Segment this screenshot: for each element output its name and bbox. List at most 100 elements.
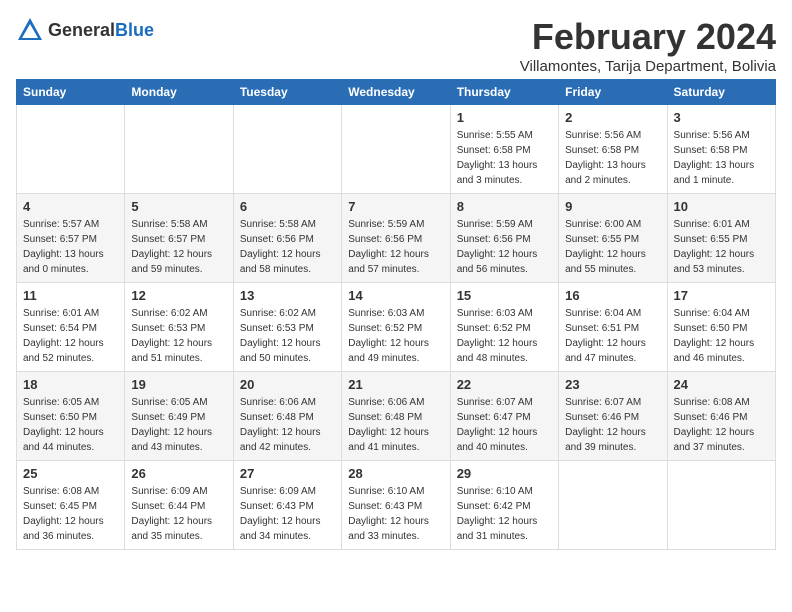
calendar-cell: 3Sunrise: 5:56 AM Sunset: 6:58 PM Daylig… bbox=[667, 105, 775, 194]
day-number: 7 bbox=[348, 199, 443, 214]
calendar-cell: 10Sunrise: 6:01 AM Sunset: 6:55 PM Dayli… bbox=[667, 194, 775, 283]
calendar-cell: 22 Sunrise: 6:07 AM Sunset: 6:47 PM Dayli… bbox=[450, 372, 558, 461]
day-number: 2 bbox=[565, 110, 660, 125]
day-info: Sunrise: 6:09 AM Sunset: 6:43 PM Dayligh… bbox=[240, 484, 335, 544]
column-header-saturday: Saturday bbox=[667, 80, 775, 105]
day-number: 5 bbox=[131, 199, 226, 214]
day-info: Sunrise: 6:03 AM Sunset: 6:52 PM Dayligh… bbox=[348, 306, 443, 366]
day-number: 24 bbox=[674, 377, 769, 392]
day-info: Sunrise: 6:03 AM Sunset: 6:52 PM Dayligh… bbox=[457, 306, 552, 366]
calendar-cell bbox=[559, 461, 667, 550]
day-number: 16 bbox=[565, 288, 660, 303]
column-header-thursday: Thursday bbox=[450, 80, 558, 105]
calendar-cell: 2 Sunrise: 5:56 AM Sunset: 6:58 PM Daylig… bbox=[559, 105, 667, 194]
day-number: 4 bbox=[23, 199, 118, 214]
calendar-week-row: 1 Sunrise: 5:55 AM Sunset: 6:58 PM Daylig… bbox=[17, 105, 776, 194]
calendar-cell: 21Sunrise: 6:06 AM Sunset: 6:48 PM Dayli… bbox=[342, 372, 450, 461]
day-number: 13 bbox=[240, 288, 335, 303]
day-number: 12 bbox=[131, 288, 226, 303]
calendar-cell bbox=[125, 105, 233, 194]
day-info: Sunrise: 5:58 AM Sunset: 6:56 PM Dayligh… bbox=[240, 217, 335, 277]
day-info: Sunrise: 5:59 AM Sunset: 6:56 PM Dayligh… bbox=[348, 217, 443, 277]
calendar-cell: 17 Sunrise: 6:04 AM Sunset: 6:50 PM Dayli… bbox=[667, 283, 775, 372]
calendar-cell: 14 Sunrise: 6:03 AM Sunset: 6:52 PM Dayli… bbox=[342, 283, 450, 372]
day-info: Sunrise: 5:56 AM Sunset: 6:58 PM Dayligh… bbox=[565, 128, 660, 188]
day-number: 15 bbox=[457, 288, 552, 303]
day-info: Sunrise: 5:55 AM Sunset: 6:58 PM Dayligh… bbox=[457, 128, 552, 188]
day-info: Sunrise: 6:04 AM Sunset: 6:50 PM Dayligh… bbox=[674, 306, 769, 366]
day-number: 14 bbox=[348, 288, 443, 303]
day-info: Sunrise: 6:10 AM Sunset: 6:42 PM Dayligh… bbox=[457, 484, 552, 544]
day-info: Sunrise: 6:06 AM Sunset: 6:48 PM Dayligh… bbox=[240, 395, 335, 455]
calendar-cell: 23 Sunrise: 6:07 AM Sunset: 6:46 PM Dayli… bbox=[559, 372, 667, 461]
day-info: Sunrise: 6:05 AM Sunset: 6:49 PM Dayligh… bbox=[131, 395, 226, 455]
day-number: 9 bbox=[565, 199, 660, 214]
calendar-cell: 24 Sunrise: 6:08 AM Sunset: 6:46 PM Dayli… bbox=[667, 372, 775, 461]
day-info: Sunrise: 6:08 AM Sunset: 6:45 PM Dayligh… bbox=[23, 484, 118, 544]
day-info: Sunrise: 6:10 AM Sunset: 6:43 PM Dayligh… bbox=[348, 484, 443, 544]
day-info: Sunrise: 6:02 AM Sunset: 6:53 PM Dayligh… bbox=[131, 306, 226, 366]
logo-blue-text: Blue bbox=[115, 20, 154, 40]
day-number: 29 bbox=[457, 466, 552, 481]
calendar-table: SundayMondayTuesdayWednesdayThursdayFrid… bbox=[16, 79, 776, 550]
day-info: Sunrise: 6:07 AM Sunset: 6:46 PM Dayligh… bbox=[565, 395, 660, 455]
calendar-title: February 2024 bbox=[520, 16, 776, 58]
day-info: Sunrise: 6:06 AM Sunset: 6:48 PM Dayligh… bbox=[348, 395, 443, 455]
calendar-cell: 15 Sunrise: 6:03 AM Sunset: 6:52 PM Dayli… bbox=[450, 283, 558, 372]
calendar-cell: 25 Sunrise: 6:08 AM Sunset: 6:45 PM Dayli… bbox=[17, 461, 125, 550]
calendar-cell: 5 Sunrise: 5:58 AM Sunset: 6:57 PM Daylig… bbox=[125, 194, 233, 283]
calendar-cell: 7 Sunrise: 5:59 AM Sunset: 6:56 PM Daylig… bbox=[342, 194, 450, 283]
day-info: Sunrise: 5:59 AM Sunset: 6:56 PM Dayligh… bbox=[457, 217, 552, 277]
day-info: Sunrise: 6:01 AM Sunset: 6:54 PM Dayligh… bbox=[23, 306, 118, 366]
calendar-cell bbox=[667, 461, 775, 550]
calendar-week-row: 11 Sunrise: 6:01 AM Sunset: 6:54 PM Dayli… bbox=[17, 283, 776, 372]
calendar-cell: 26 Sunrise: 6:09 AM Sunset: 6:44 PM Dayli… bbox=[125, 461, 233, 550]
column-header-wednesday: Wednesday bbox=[342, 80, 450, 105]
day-number: 23 bbox=[565, 377, 660, 392]
calendar-location: Villamontes, Tarija Department, Bolivia bbox=[520, 58, 776, 75]
day-info: Sunrise: 6:08 AM Sunset: 6:46 PM Dayligh… bbox=[674, 395, 769, 455]
calendar-cell bbox=[17, 105, 125, 194]
calendar-header-row: SundayMondayTuesdayWednesdayThursdayFrid… bbox=[17, 80, 776, 105]
day-info: Sunrise: 6:00 AM Sunset: 6:55 PM Dayligh… bbox=[565, 217, 660, 277]
day-info: Sunrise: 5:58 AM Sunset: 6:57 PM Dayligh… bbox=[131, 217, 226, 277]
day-number: 19 bbox=[131, 377, 226, 392]
day-number: 1 bbox=[457, 110, 552, 125]
day-info: Sunrise: 6:04 AM Sunset: 6:51 PM Dayligh… bbox=[565, 306, 660, 366]
calendar-cell: 6 Sunrise: 5:58 AM Sunset: 6:56 PM Daylig… bbox=[233, 194, 341, 283]
calendar-cell: 4 Sunrise: 5:57 AM Sunset: 6:57 PM Daylig… bbox=[17, 194, 125, 283]
day-number: 3 bbox=[674, 110, 769, 125]
calendar-cell: 20Sunrise: 6:06 AM Sunset: 6:48 PM Dayli… bbox=[233, 372, 341, 461]
calendar-cell: 29 Sunrise: 6:10 AM Sunset: 6:42 PM Dayli… bbox=[450, 461, 558, 550]
day-number: 28 bbox=[348, 466, 443, 481]
page-header: GeneralBlue February 2024 Villamontes, T… bbox=[16, 16, 776, 75]
calendar-week-row: 18Sunrise: 6:05 AM Sunset: 6:50 PM Dayli… bbox=[17, 372, 776, 461]
day-info: Sunrise: 5:57 AM Sunset: 6:57 PM Dayligh… bbox=[23, 217, 118, 277]
day-number: 26 bbox=[131, 466, 226, 481]
day-number: 10 bbox=[674, 199, 769, 214]
day-number: 22 bbox=[457, 377, 552, 392]
calendar-cell: 28 Sunrise: 6:10 AM Sunset: 6:43 PM Dayli… bbox=[342, 461, 450, 550]
column-header-monday: Monday bbox=[125, 80, 233, 105]
day-number: 25 bbox=[23, 466, 118, 481]
column-header-friday: Friday bbox=[559, 80, 667, 105]
column-header-tuesday: Tuesday bbox=[233, 80, 341, 105]
logo: GeneralBlue bbox=[16, 16, 154, 44]
calendar-cell: 27Sunrise: 6:09 AM Sunset: 6:43 PM Dayli… bbox=[233, 461, 341, 550]
day-number: 17 bbox=[674, 288, 769, 303]
day-number: 8 bbox=[457, 199, 552, 214]
calendar-cell: 18Sunrise: 6:05 AM Sunset: 6:50 PM Dayli… bbox=[17, 372, 125, 461]
calendar-cell: 9 Sunrise: 6:00 AM Sunset: 6:55 PM Daylig… bbox=[559, 194, 667, 283]
calendar-cell: 1 Sunrise: 5:55 AM Sunset: 6:58 PM Daylig… bbox=[450, 105, 558, 194]
calendar-cell: 12 Sunrise: 6:02 AM Sunset: 6:53 PM Dayli… bbox=[125, 283, 233, 372]
day-number: 11 bbox=[23, 288, 118, 303]
calendar-cell: 13Sunrise: 6:02 AM Sunset: 6:53 PM Dayli… bbox=[233, 283, 341, 372]
day-info: Sunrise: 6:09 AM Sunset: 6:44 PM Dayligh… bbox=[131, 484, 226, 544]
calendar-cell: 8 Sunrise: 5:59 AM Sunset: 6:56 PM Daylig… bbox=[450, 194, 558, 283]
title-block: February 2024 Villamontes, Tarija Depart… bbox=[520, 16, 776, 75]
logo-icon bbox=[16, 16, 44, 44]
day-number: 6 bbox=[240, 199, 335, 214]
calendar-cell bbox=[233, 105, 341, 194]
calendar-week-row: 25 Sunrise: 6:08 AM Sunset: 6:45 PM Dayli… bbox=[17, 461, 776, 550]
day-info: Sunrise: 6:07 AM Sunset: 6:47 PM Dayligh… bbox=[457, 395, 552, 455]
